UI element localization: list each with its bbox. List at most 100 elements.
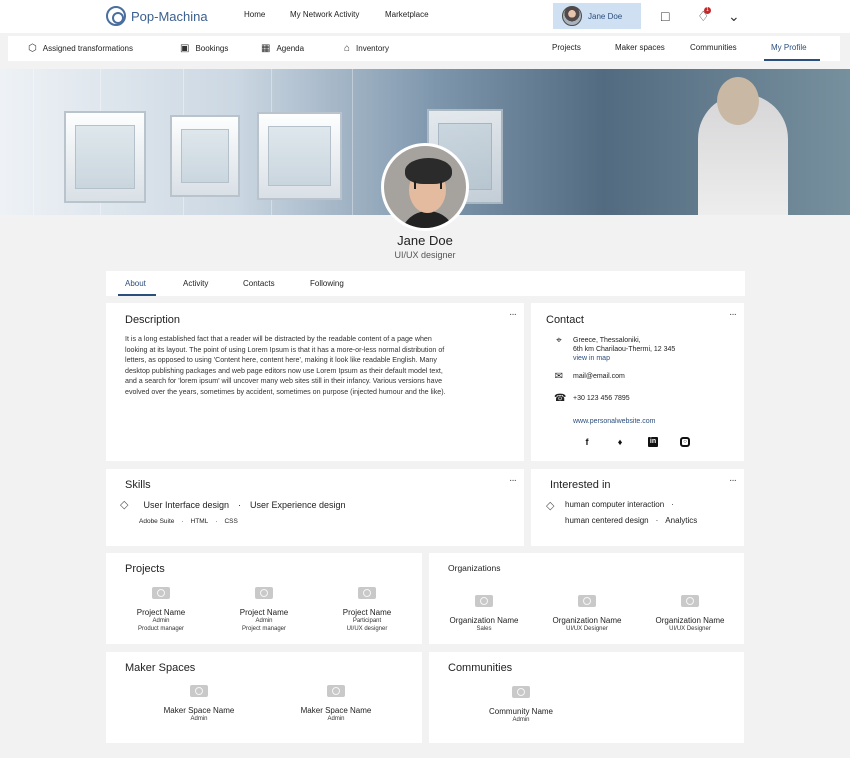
interest-item: Analytics — [665, 516, 698, 525]
contact-title: Contact — [546, 314, 584, 326]
project-role: UI/UX designer — [346, 626, 388, 632]
user-menu[interactable]: Jane Doe — [553, 3, 641, 29]
skill-tool: HTML — [190, 518, 209, 525]
interests-title: Interested in — [550, 479, 611, 491]
description-text: It is a long established fact that a rea… — [125, 335, 446, 396]
skills-sub-list: Adobe Suite · HTML · CSS — [139, 518, 238, 525]
tab-contacts[interactable]: Contacts — [243, 279, 275, 288]
tab-following[interactable]: Following — [310, 279, 344, 288]
organization-card[interactable]: Organization Name UI/UX Designer — [532, 595, 642, 633]
tab-about[interactable]: About — [125, 279, 146, 288]
organizations-card: Organizations Organization Name Sales Or… — [429, 553, 744, 644]
address-line-2: 6th km Charilaou-Thermi, 12 345 — [573, 346, 676, 353]
user-name: Jane Doe — [588, 11, 623, 21]
facebook-icon[interactable]: f — [582, 437, 592, 447]
nav-projects[interactable]: Projects — [552, 43, 581, 52]
printer-image — [170, 115, 240, 197]
maker-space-name: Maker Space Name — [163, 706, 235, 715]
nav-marketplace[interactable]: Marketplace — [385, 10, 429, 19]
notification-badge: 1 — [704, 7, 711, 14]
chat-icon[interactable]: □ — [661, 8, 669, 24]
email-text[interactable]: mail@email.com — [573, 372, 625, 381]
cube-icon: ⬡ — [28, 43, 37, 54]
project-card[interactable]: Project Name Admin Project manager — [209, 587, 319, 633]
camera-icon — [681, 595, 699, 607]
twitter-icon[interactable]: ♦ — [615, 437, 625, 447]
camera-icon — [512, 686, 530, 698]
project-role: Admin — [255, 618, 273, 624]
separator-dot: · — [181, 518, 184, 525]
interest-item: human computer interaction — [565, 500, 665, 509]
organization-card[interactable]: Organization Name UI/UX Designer — [635, 595, 745, 633]
linkedin-icon[interactable]: in — [648, 437, 658, 447]
organization-card[interactable]: Organization Name Sales — [429, 595, 539, 633]
active-nav-underline — [764, 59, 820, 61]
location-pin-icon: ⌖ — [556, 335, 562, 346]
nav-communities[interactable]: Communities — [690, 43, 737, 52]
interest-line-2: human centered design · Analytics — [565, 516, 697, 525]
nav-home[interactable]: Home — [244, 10, 265, 19]
project-role: Participant — [352, 618, 382, 624]
separator-dot: · — [215, 518, 218, 525]
tag-icon: ◇ — [546, 500, 555, 512]
project-card[interactable]: Project Name Participant UI/UX designer — [312, 587, 422, 633]
nav-inventory-label: Inventory — [356, 44, 389, 53]
contact-card: Contact ··· ⌖ Greece, Thessaloniki, 6th … — [531, 303, 744, 461]
website-text[interactable]: www.personalwebsite.com — [573, 417, 655, 426]
chevron-down-icon[interactable]: ⌄ — [728, 8, 740, 25]
brand-logo[interactable]: Pop-Machina — [106, 6, 208, 26]
person-image — [698, 77, 788, 215]
secondary-navbar: ⬡ Assigned transformations ▣ Bookings ▦ … — [8, 36, 840, 61]
user-avatar — [562, 6, 582, 26]
camera-icon — [578, 595, 596, 607]
maker-space-role: Admin — [190, 716, 208, 722]
nav-agenda-label: Agenda — [276, 44, 305, 53]
interests-card: Interested in ··· ◇ human computer inter… — [531, 469, 744, 546]
projects-card: Projects Project Name Admin Product mana… — [106, 553, 422, 644]
nav-my-profile[interactable]: My Profile — [771, 43, 807, 52]
communities-card: Communities Community Name Admin — [429, 652, 744, 743]
interest-item: human centered design — [565, 516, 649, 525]
project-role: Admin — [152, 618, 170, 624]
tab-activity[interactable]: Activity — [183, 279, 208, 288]
organization-role: Sales — [476, 626, 492, 632]
nav-bookings[interactable]: ▣ Bookings — [180, 43, 228, 54]
more-options-icon[interactable]: ··· — [729, 309, 737, 320]
camera-icon — [190, 685, 208, 697]
separator-dot: · — [671, 500, 674, 509]
address-line-1: Greece, Thessaloniki, — [573, 337, 641, 344]
camera-icon — [255, 587, 273, 599]
community-name: Community Name — [488, 707, 553, 716]
project-role: Project manager — [241, 626, 287, 632]
maker-space-card[interactable]: Maker Space Name Admin — [144, 685, 254, 723]
maker-space-card[interactable]: Maker Space Name Admin — [281, 685, 391, 723]
nav-inventory[interactable]: ⌂ Inventory — [344, 43, 389, 54]
nav-my-network-activity[interactable]: My Network Activity — [290, 10, 359, 19]
nav-agenda[interactable]: ▦ Agenda — [261, 43, 304, 54]
profile-name: Jane Doe — [397, 233, 453, 248]
calendar-icon: ▦ — [261, 43, 271, 54]
instagram-icon[interactable]: ○ — [680, 437, 690, 447]
maker-spaces-card: Maker Spaces Maker Space Name Admin Make… — [106, 652, 422, 743]
project-name: Project Name — [342, 608, 392, 617]
nav-assigned-transformations[interactable]: ⬡ Assigned transformations — [28, 43, 133, 54]
nav-maker-spaces[interactable]: Maker spaces — [615, 43, 665, 52]
project-card[interactable]: Project Name Admin Product manager — [106, 587, 216, 633]
inventory-icon: ⌂ — [344, 43, 351, 54]
phone-text[interactable]: +30 123 456 7895 — [573, 394, 630, 403]
tag-icon: ◇ — [120, 499, 129, 511]
skills-title: Skills — [125, 479, 151, 491]
community-card[interactable]: Community Name Admin — [466, 686, 576, 724]
organization-name: Organization Name — [655, 616, 725, 625]
description-card: Description ··· It is a long established… — [106, 303, 524, 461]
more-options-icon[interactable]: ··· — [509, 309, 517, 320]
nav-assigned-transformations-label: Assigned transformations — [42, 44, 133, 53]
logo-icon — [106, 6, 126, 26]
more-options-icon[interactable]: ··· — [509, 475, 517, 486]
view-map-link[interactable]: view in map — [573, 354, 675, 363]
top-navbar: Pop-Machina Home My Network Activity Mar… — [0, 0, 850, 33]
more-options-icon[interactable]: ··· — [729, 475, 737, 486]
contact-address: ⌖ Greece, Thessaloniki, 6th km Charilaou… — [554, 336, 675, 363]
contact-email: ✉ mail@email.com — [554, 372, 625, 382]
website-link[interactable]: www.personalwebsite.com — [573, 417, 655, 426]
